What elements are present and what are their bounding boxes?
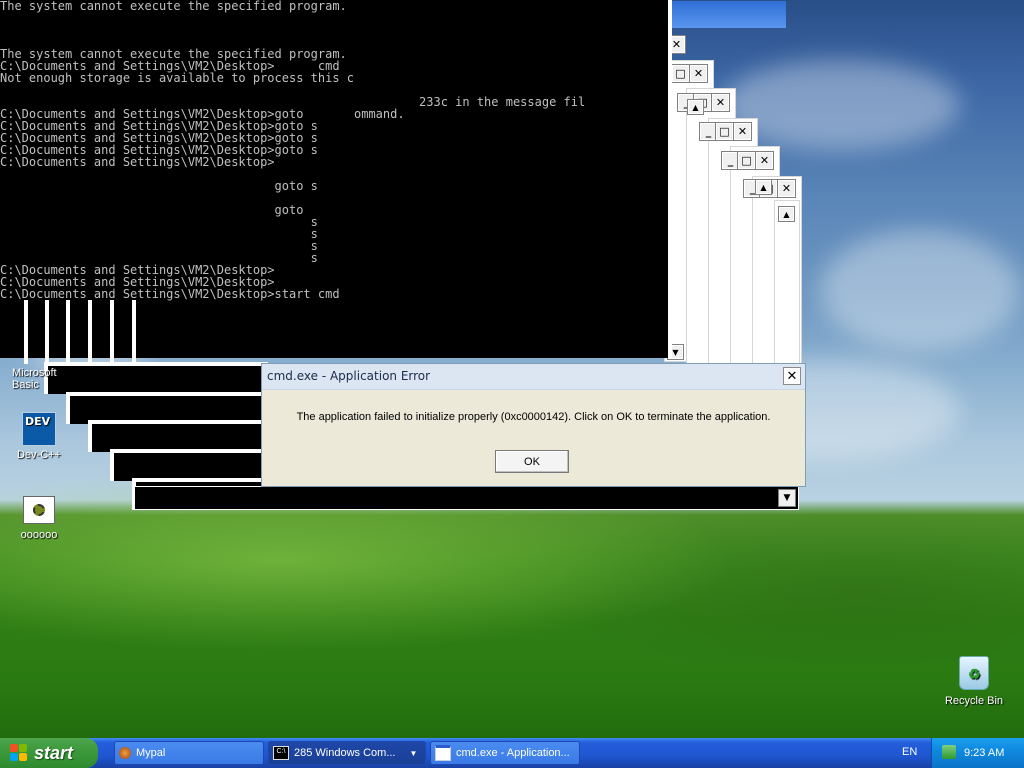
cloud bbox=[820, 230, 1020, 350]
window-icon bbox=[435, 745, 451, 761]
console-line: C:\Documents and Settings\VM2\Desktop>st… bbox=[0, 287, 340, 301]
taskbar-button-label: 285 Windows Com... bbox=[294, 747, 396, 759]
background-window[interactable] bbox=[88, 420, 268, 452]
console-line: Not enough storage is available to proce… bbox=[0, 71, 355, 85]
taskbar-button-mypal[interactable]: Mypal bbox=[114, 741, 264, 765]
console-line: goto s bbox=[0, 179, 318, 193]
application-error-dialog[interactable]: cmd.exe - Application Error ✕ The applic… bbox=[261, 363, 806, 487]
start-label: start bbox=[34, 742, 74, 763]
taskbar-button-windows-command[interactable]: C:\ 285 Windows Com... ▼ bbox=[268, 741, 426, 765]
close-icon[interactable]: ✕ bbox=[777, 179, 796, 198]
desktop-icon-label: Microsoft Basic bbox=[12, 367, 57, 391]
taskbar-button-cmd-error[interactable]: cmd.exe - Application... bbox=[430, 741, 580, 765]
background-window-strip[interactable]: ▼ bbox=[134, 486, 799, 510]
close-icon[interactable]: ✕ bbox=[689, 64, 708, 83]
console-line: C:\Documents and Settings\VM2\Desktop> bbox=[0, 155, 275, 169]
window-edge bbox=[66, 300, 70, 364]
minimize-icon[interactable]: _ bbox=[721, 151, 740, 170]
desktop-icon-microsoft-basic[interactable]: Microsoft Basic bbox=[0, 367, 60, 391]
taskbar-button-label: cmd.exe - Application... bbox=[456, 747, 570, 759]
taskbar-button-label: Mypal bbox=[136, 747, 166, 759]
console-window[interactable]: The system cannot execute the specified … bbox=[0, 0, 672, 358]
dev-cpp-icon: DEV bbox=[22, 412, 56, 446]
desktop-icon-label: oooooo bbox=[20, 529, 58, 541]
mypal-icon bbox=[119, 747, 131, 759]
start-button[interactable]: start bbox=[0, 738, 98, 768]
scroll-up-icon[interactable]: ▲ bbox=[755, 179, 772, 195]
cmd-icon: C:\ bbox=[273, 746, 289, 760]
desktop-icon-program[interactable]: oooooo bbox=[2, 496, 76, 541]
program-icon bbox=[23, 496, 55, 524]
close-icon[interactable]: ✕ bbox=[755, 151, 774, 170]
maximize-icon[interactable]: □ bbox=[671, 64, 690, 83]
desktop-icon-label: Recycle Bin bbox=[944, 695, 1004, 707]
dialog-title: cmd.exe - Application Error bbox=[267, 369, 431, 383]
console-output: The system cannot execute the specified … bbox=[0, 0, 668, 300]
system-tray: 9:23 AM bbox=[931, 738, 1024, 768]
windows-flag-icon bbox=[10, 744, 28, 762]
window-titlebar[interactable] bbox=[660, 1, 786, 28]
network-icon[interactable] bbox=[942, 745, 956, 759]
clock[interactable]: 9:23 AM bbox=[964, 747, 1004, 759]
dialog-message: The application failed to initialize pro… bbox=[296, 411, 771, 423]
console-line: The system cannot execute the specified … bbox=[0, 0, 347, 13]
background-window[interactable] bbox=[44, 362, 268, 394]
taskbar: start Mypal C:\ 285 Windows Com... ▼ cmd… bbox=[0, 738, 1024, 768]
dialog-titlebar[interactable]: cmd.exe - Application Error ✕ bbox=[262, 364, 805, 390]
maximize-icon[interactable]: □ bbox=[737, 151, 756, 170]
recycle-bin-icon: ♻ bbox=[959, 656, 989, 690]
window-edge bbox=[110, 300, 114, 364]
window-edge bbox=[132, 300, 136, 364]
window-edge bbox=[45, 300, 49, 364]
language-indicator[interactable]: EN bbox=[902, 746, 917, 758]
cascaded-window[interactable] bbox=[774, 200, 800, 366]
chevron-down-icon: ▼ bbox=[409, 748, 418, 758]
desktop-icon-recycle-bin[interactable]: ♻ Recycle Bin bbox=[937, 656, 1011, 707]
minimize-icon[interactable]: _ bbox=[699, 122, 718, 141]
close-icon[interactable]: ✕ bbox=[711, 93, 730, 112]
scroll-up-icon[interactable]: ▲ bbox=[778, 206, 795, 222]
desktop-icon-label: Dev-C++ bbox=[16, 449, 62, 461]
scroll-up-icon[interactable]: ▲ bbox=[687, 99, 704, 115]
ok-button[interactable]: OK bbox=[495, 450, 569, 473]
maximize-icon[interactable]: □ bbox=[715, 122, 734, 141]
desktop-icon-dev-cpp[interactable]: DEV Dev-C++ bbox=[2, 412, 76, 461]
window-edge bbox=[24, 300, 28, 364]
close-icon[interactable]: ✕ bbox=[733, 122, 752, 141]
background-window[interactable] bbox=[110, 449, 268, 481]
desktop: ✕ □ ✕ □ ✕ _ □ ✕ _ □ ✕ _ □ ✕ _ □ ✕ ▲ ▲ ▲ … bbox=[0, 0, 1024, 738]
close-button[interactable]: ✕ bbox=[783, 367, 801, 385]
scroll-down-icon[interactable]: ▼ bbox=[778, 489, 796, 507]
window-edge bbox=[88, 300, 92, 364]
